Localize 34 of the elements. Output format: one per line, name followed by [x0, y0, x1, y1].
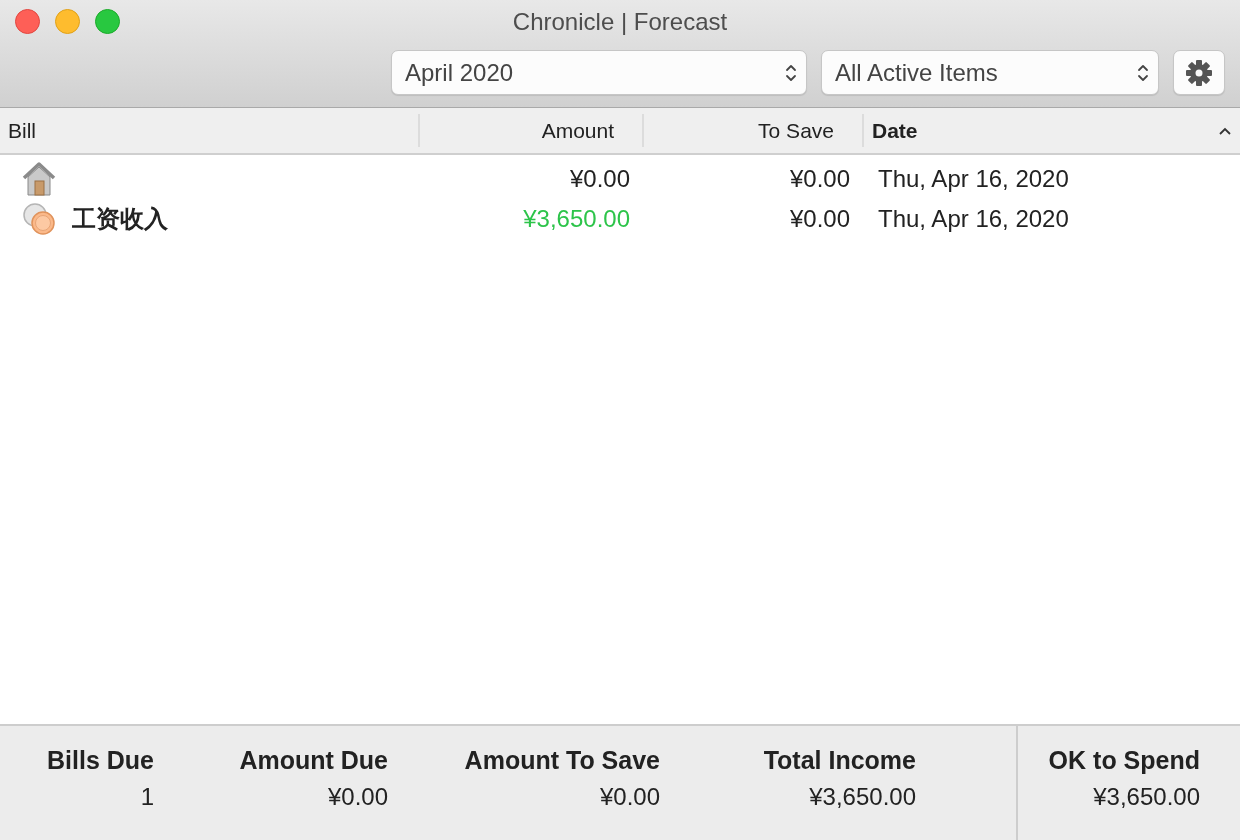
close-button[interactable] [15, 9, 40, 34]
month-dropdown[interactable]: April 2020 [391, 50, 807, 95]
column-header[interactable]: Bill [8, 118, 36, 143]
amount-cell: ¥3,650.00 [523, 205, 630, 233]
window-title: Chronicle | Forecast [512, 8, 728, 37]
summary-value: ¥0.00 [327, 783, 388, 811]
house-icon [22, 162, 56, 196]
settings-icon [1185, 58, 1213, 87]
column-header[interactable]: To Save [758, 118, 834, 143]
chevron-updown-icon [784, 62, 798, 83]
summary-value: ¥3,650.00 [1093, 783, 1200, 811]
minimize-button[interactable] [55, 9, 80, 34]
summary-label: Bills Due [47, 746, 154, 775]
filter-dropdown[interactable]: All Active Items [821, 50, 1159, 95]
summary-value: ¥3,650.00 [809, 783, 916, 811]
zoom-button[interactable] [95, 9, 120, 34]
summary-label: OK to Spend [1048, 746, 1200, 775]
date-cell: Thu, Apr 16, 2020 [878, 205, 1069, 233]
summary-label: Amount To Save [464, 746, 660, 775]
to-save-cell: ¥0.00 [789, 165, 850, 193]
summary-value: 1 [140, 783, 154, 811]
bill-name: 工资收入 [72, 204, 168, 234]
summary-label: Amount Due [239, 746, 388, 775]
summary-label: Total Income [763, 746, 916, 775]
column-header[interactable]: Amount [541, 118, 614, 143]
sort-caret-icon [1218, 125, 1232, 136]
to-save-cell: ¥0.00 [789, 205, 850, 233]
column-header[interactable]: Date [872, 118, 918, 143]
summary-value: ¥0.00 [599, 783, 660, 811]
amount-cell: ¥0.00 [569, 165, 630, 193]
chevron-updown-icon [1136, 62, 1150, 83]
settings-button[interactable] [1173, 50, 1225, 95]
coins-icon [22, 202, 56, 236]
date-cell: Thu, Apr 16, 2020 [878, 165, 1069, 193]
